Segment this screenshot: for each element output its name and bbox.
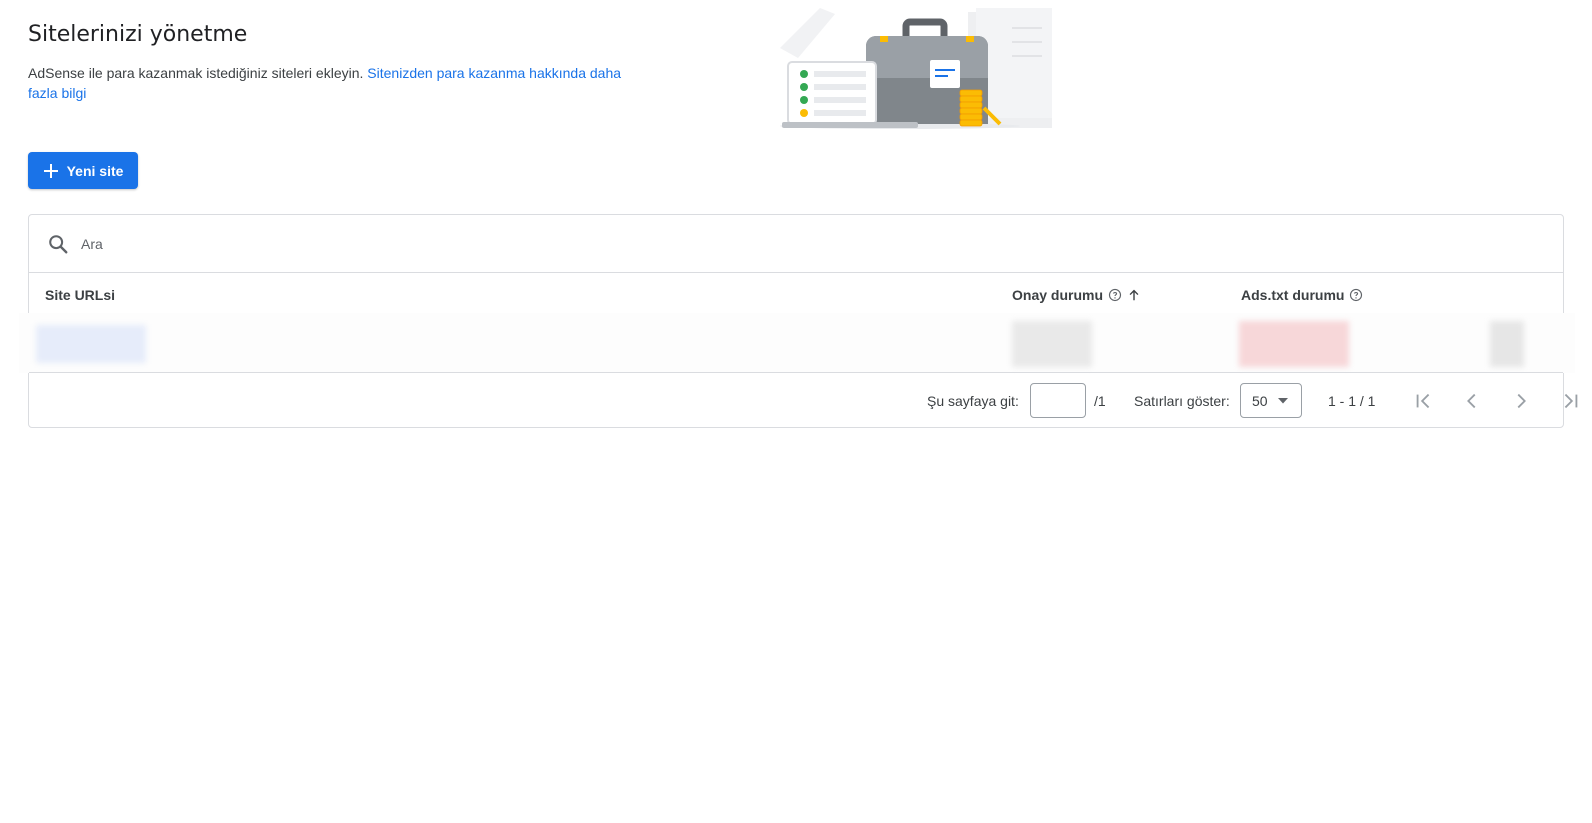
column-header-adstxt-status[interactable]: Ads.txt durumu (1241, 287, 1363, 303)
chevron-right-icon (1517, 393, 1526, 409)
help-circle-icon[interactable] (1108, 288, 1122, 302)
search-bar (29, 215, 1563, 273)
table-header: Site URLsi Onay durumu Ads.txt durumu (29, 273, 1563, 313)
previous-page-button[interactable] (1460, 389, 1484, 413)
first-page-icon (1416, 393, 1430, 409)
page-range: 1 - 1 / 1 (1328, 393, 1376, 409)
help-circle-icon[interactable] (1349, 288, 1363, 302)
adstxt-status-cell-redacted (1239, 321, 1349, 367)
row-actions-redacted[interactable] (1490, 321, 1524, 367)
caret-down-icon (1277, 397, 1288, 403)
column-header-approval-status[interactable]: Onay durumu (1012, 287, 1141, 303)
goto-page-label: Şu sayfaya git: (927, 393, 1019, 409)
next-page-button[interactable] (1509, 389, 1533, 413)
goto-page-input[interactable] (1030, 383, 1086, 418)
arrow-up-icon[interactable] (1127, 288, 1141, 302)
rows-per-page-select[interactable]: 50 (1240, 383, 1302, 418)
page-description: AdSense ile para kazanmak istediğiniz si… (28, 63, 648, 103)
pagination-bar: Şu sayfaya git: /1 Satırları göster: 50 … (29, 372, 1578, 429)
approval-status-cell-redacted (1012, 321, 1092, 367)
column-header-site-url[interactable]: Site URLsi (45, 287, 115, 303)
plus-icon (43, 163, 58, 178)
table-row[interactable] (19, 313, 1575, 373)
search-input[interactable] (79, 234, 683, 253)
adstxt-status-label: Ads.txt durumu (1241, 287, 1345, 303)
description-text: AdSense ile para kazanmak istediğiniz si… (28, 65, 364, 81)
rows-per-page-label: Satırları göster: (1134, 393, 1230, 409)
sites-table-card: Site URLsi Onay durumu Ads.txt durumu (19, 214, 1578, 429)
site-url-cell-redacted[interactable] (36, 325, 146, 363)
search-icon (49, 234, 68, 253)
manage-sites-page: Sitelerinizi yönetme AdSense ile para ka… (0, 0, 1592, 823)
last-page-icon (1564, 393, 1578, 409)
rows-per-page-value: 50 (1252, 392, 1268, 409)
briefcase-illustration (780, 8, 1052, 129)
total-pages: /1 (1094, 393, 1106, 409)
first-page-button[interactable] (1412, 389, 1436, 413)
new-site-label: Yeni site (66, 162, 124, 179)
new-site-button[interactable]: Yeni site (28, 152, 138, 189)
chevron-left-icon (1467, 393, 1476, 409)
approval-status-label: Onay durumu (1012, 287, 1104, 303)
page-title: Sitelerinizi yönetme (28, 22, 248, 47)
last-page-button[interactable] (1558, 389, 1582, 413)
